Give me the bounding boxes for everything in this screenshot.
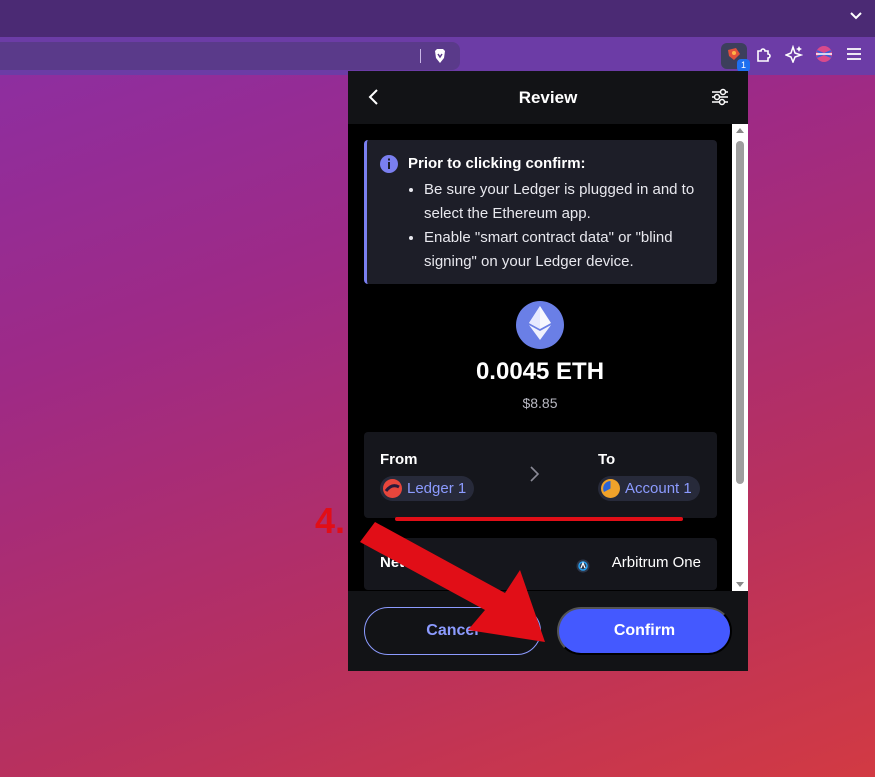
scroll-thumb[interactable] xyxy=(736,141,744,484)
back-arrow-icon xyxy=(364,89,384,111)
scroll-up-icon[interactable] xyxy=(736,127,744,135)
notice-title: Prior to clicking confirm: xyxy=(408,155,586,172)
annotation-underline xyxy=(395,517,683,521)
popup-title: Review xyxy=(518,87,578,107)
settings-sliders-icon xyxy=(710,88,730,111)
puzzle-icon xyxy=(755,45,773,67)
from-account-name: Ledger 1 xyxy=(407,480,467,497)
profile-button[interactable] xyxy=(811,43,837,69)
ledger-avatar-icon xyxy=(383,479,402,498)
wallet-review-popup: Review Prior to clicking confirm: Be sur… xyxy=(348,71,748,671)
transaction-amount: 0.0045 ETH xyxy=(475,358,605,385)
scroll-down-icon[interactable] xyxy=(736,580,744,588)
sparkle-icon xyxy=(783,44,804,67)
network-row: Network Arbitrum One xyxy=(364,538,717,590)
account-avatar-icon xyxy=(601,479,620,498)
content-scrollbar[interactable] xyxy=(732,124,748,591)
from-to-card: From To Ledger 1 Account 1 xyxy=(364,432,717,518)
address-bar[interactable] xyxy=(0,42,460,70)
chevron-down-icon[interactable] xyxy=(847,8,865,26)
to-label: To xyxy=(598,451,616,468)
notice-item: Enable "smart contract data" or "blind s… xyxy=(424,226,705,274)
browser-titlebar xyxy=(0,0,875,37)
network-label: Network xyxy=(380,554,440,571)
wallet-extension-button[interactable]: 1 xyxy=(721,43,750,72)
browser-toolbar: 1 xyxy=(0,37,875,75)
review-content[interactable]: Prior to clicking confirm: Be sure your … xyxy=(348,124,748,591)
step-number-annotation: 4. xyxy=(315,500,346,541)
brave-lion-icon[interactable] xyxy=(432,48,448,64)
chevron-right-icon xyxy=(527,464,543,484)
confirm-button[interactable]: Confirm xyxy=(557,607,732,655)
cancel-button[interactable]: Cancel xyxy=(364,607,541,655)
ethereum-token-logo xyxy=(516,301,564,349)
ledger-notice: Prior to clicking confirm: Be sure your … xyxy=(364,140,717,284)
profile-flag-icon xyxy=(815,45,833,67)
popup-header: Review xyxy=(348,71,748,124)
notice-list: Be sure your Ledger is plugged in and to… xyxy=(424,178,705,274)
hamburger-menu-icon xyxy=(845,45,863,67)
url-divider xyxy=(420,49,421,63)
fiat-value: $8.85 xyxy=(522,395,558,411)
advanced-settings-button[interactable] xyxy=(710,87,730,107)
to-account-name: Account 1 xyxy=(625,480,692,497)
arbitrum-icon xyxy=(576,558,590,573)
extensions-button[interactable] xyxy=(751,43,777,69)
browser-menu-button[interactable] xyxy=(841,43,867,69)
popup-footer: Cancel Confirm xyxy=(348,591,748,671)
to-account-pill[interactable]: Account 1 xyxy=(598,476,700,501)
info-icon xyxy=(379,154,399,174)
network-value: Arbitrum One xyxy=(611,554,701,571)
from-label: From xyxy=(380,451,418,468)
back-button[interactable] xyxy=(364,87,384,107)
ethereum-icon xyxy=(529,306,551,344)
notice-item: Be sure your Ledger is plugged in and to… xyxy=(424,178,705,226)
leo-ai-button[interactable] xyxy=(781,43,807,69)
from-account-pill[interactable]: Ledger 1 xyxy=(380,476,475,501)
